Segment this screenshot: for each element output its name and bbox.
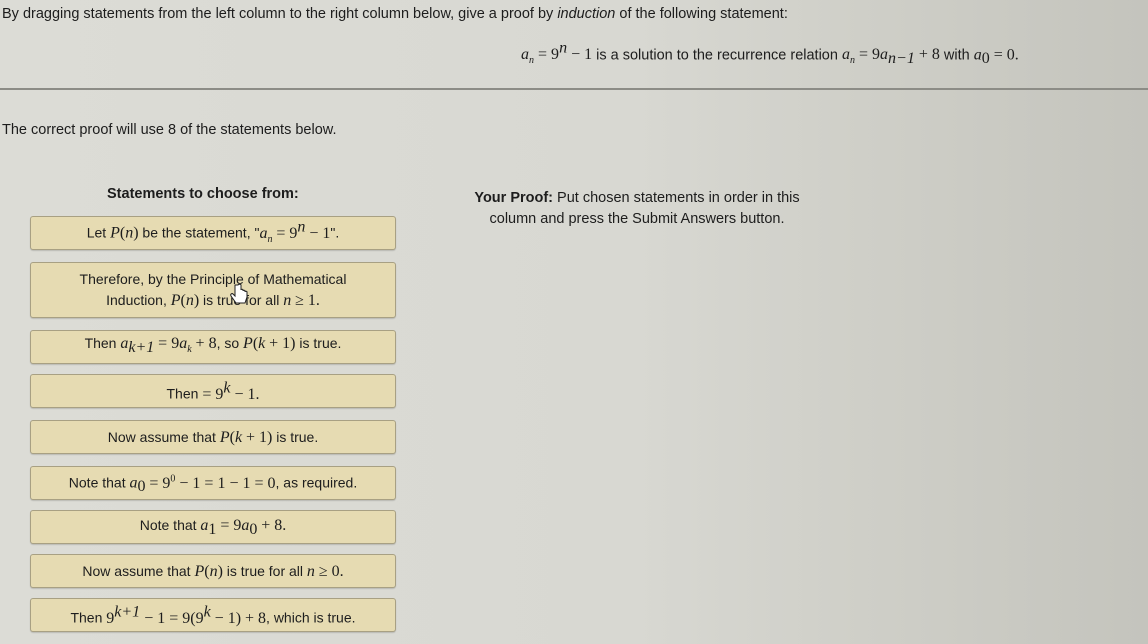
statement-card[interactable]: Then 9k+1 − 1 = 9(9k − 1) + 8, which is … — [30, 598, 396, 632]
instructions-emphasis: induction — [557, 6, 616, 22]
instructions: By dragging statements from the left col… — [2, 6, 788, 22]
statement-with: with — [939, 47, 974, 64]
divider — [0, 88, 1148, 90]
proof-heading: Your Proof: Put chosen statements in ord… — [452, 188, 822, 230]
statement-card[interactable]: Note that a0 = 90 − 1 = 1 − 1 = 0, as re… — [30, 466, 396, 500]
statement-card[interactable]: Therefore, by the Principle of Mathemati… — [30, 262, 396, 318]
proof-drop-zone[interactable] — [430, 240, 990, 644]
statement-card[interactable]: Let P(n) be the statement, "an = 9n − 1"… — [30, 216, 396, 250]
statement-card[interactable]: Then ak+1 = 9ak + 8, so P(k + 1) is true… — [30, 330, 396, 364]
statement-card[interactable]: Now assume that P(n) is true for all n ≥… — [30, 554, 396, 588]
statement-card[interactable]: Then = 9k − 1. — [30, 374, 396, 408]
statement-text: is a solution to the recurrence relation — [592, 47, 842, 64]
statements-heading: Statements to choose from: — [107, 186, 299, 202]
hand-cursor-icon — [230, 283, 248, 304]
instructions-prefix: By dragging statements from the left col… — [2, 6, 558, 22]
statement-to-prove: an = 9n − 1 is a solution to the recurre… — [521, 40, 1019, 68]
statement-card[interactable]: Now assume that P(k + 1) is true. — [30, 420, 396, 454]
statement-card[interactable]: Note that a1 = 9a0 + 8. — [30, 510, 396, 544]
proof-heading-bold: Your Proof: — [474, 190, 554, 206]
count-note: The correct proof will use 8 of the stat… — [2, 122, 337, 138]
instructions-suffix: of the following statement: — [615, 6, 788, 22]
